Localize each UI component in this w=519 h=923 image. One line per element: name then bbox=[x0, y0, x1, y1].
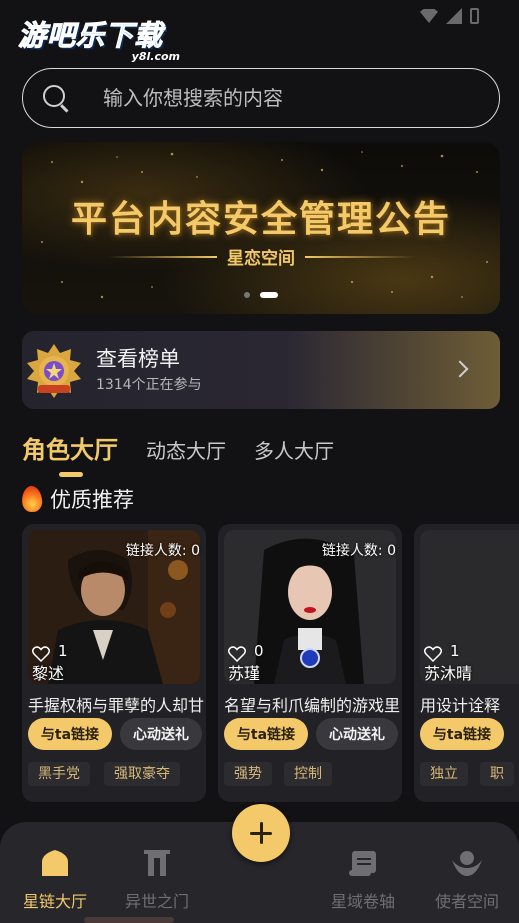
nav-gate[interactable]: 异世之门 bbox=[112, 848, 202, 912]
character-card[interactable]: 链接人数: 0 0 苏瑾 名望与利爪编制的游戏里 与ta链接 心动送礼 强势 控… bbox=[218, 524, 402, 802]
logo-text: 游吧乐下载 bbox=[18, 19, 164, 52]
banner-subtitle-row: 星恋空间 bbox=[22, 244, 500, 269]
like-count: 1 bbox=[58, 642, 68, 660]
link-count: 链接人数: 0 bbox=[125, 543, 200, 559]
recommend-carousel[interactable]: 链接人数: 0 1 黎述 手握权柄与罪孽的人却甘 与ta链接 心动送礼 黑手党 … bbox=[22, 524, 519, 804]
gate-icon bbox=[144, 850, 170, 876]
character-name: 苏沐晴 bbox=[424, 664, 473, 683]
character-tag[interactable]: 控制 bbox=[284, 762, 332, 786]
watermark-logo: 游吧乐下载 y8l.com bbox=[18, 19, 188, 68]
active-tab-indicator bbox=[59, 472, 83, 477]
leaderboard-card[interactable]: 查看榜单 1314个正在参与 bbox=[22, 331, 500, 409]
trophy-badge-icon bbox=[27, 344, 81, 398]
carousel-dot[interactable] bbox=[244, 292, 250, 298]
link-button[interactable]: 与ta链接 bbox=[28, 718, 112, 750]
like-count: 0 bbox=[254, 642, 264, 660]
status-icons bbox=[420, 8, 479, 24]
link-count: 链接人数: 0 bbox=[321, 543, 396, 559]
wifi-icon bbox=[420, 9, 438, 23]
search-icon bbox=[43, 85, 65, 107]
leaderboard-title: 查看榜单 bbox=[96, 347, 180, 371]
section-title: 优质推荐 bbox=[50, 488, 134, 512]
carousel-indicator bbox=[22, 292, 500, 298]
banner-subtitle: 星恋空间 bbox=[227, 249, 295, 269]
chevron-right-icon bbox=[451, 360, 469, 378]
nav-home[interactable]: 星链大厅 bbox=[10, 848, 100, 912]
link-button[interactable]: 与ta链接 bbox=[224, 718, 308, 750]
character-tag[interactable]: 黑手党 bbox=[28, 762, 90, 786]
banner-title: 平台内容安全管理公告 bbox=[70, 199, 451, 240]
battery-icon bbox=[470, 8, 479, 24]
create-button[interactable] bbox=[232, 804, 290, 862]
nav-label: 星链大厅 bbox=[22, 892, 87, 911]
banner-divider-left bbox=[107, 255, 217, 258]
announcement-banner[interactable]: 平台内容安全管理公告 星恋空间 bbox=[22, 142, 500, 314]
logo-subtext: y8l.com bbox=[131, 50, 180, 63]
carousel-dot-active[interactable] bbox=[260, 292, 278, 298]
search-input[interactable] bbox=[103, 85, 483, 111]
flame-icon bbox=[21, 485, 43, 513]
character-tag[interactable]: 强取豪夺 bbox=[104, 762, 180, 786]
home-icon bbox=[42, 850, 68, 876]
nav-label: 异世之门 bbox=[124, 892, 189, 911]
gift-button[interactable]: 心动送礼 bbox=[316, 718, 398, 750]
character-tag[interactable]: 独立 bbox=[420, 762, 468, 786]
character-description: 用设计诠释 bbox=[420, 696, 501, 715]
section-header: 优质推荐 bbox=[21, 484, 134, 514]
search-bar[interactable] bbox=[22, 68, 500, 128]
character-description: 名望与利爪编制的游戏里 bbox=[224, 696, 400, 715]
nav-scroll[interactable]: 星域卷轴 bbox=[318, 848, 408, 912]
leaderboard-participants: 1314个正在参与 bbox=[96, 377, 202, 393]
nav-label: 使者空间 bbox=[434, 892, 499, 911]
character-name: 苏瑾 bbox=[228, 664, 261, 683]
character-card[interactable]: 链接人数: 0 1 黎述 手握权柄与罪孽的人却甘 与ta链接 心动送礼 黑手党 … bbox=[22, 524, 206, 802]
profile-icon bbox=[452, 851, 482, 876]
home-indicator bbox=[84, 917, 174, 923]
nav-profile[interactable]: 使者空间 bbox=[422, 848, 512, 912]
like-count: 1 bbox=[450, 642, 460, 660]
signal-icon bbox=[446, 8, 462, 24]
tab-group-hall[interactable]: 多人大厅 bbox=[254, 435, 334, 464]
nav-label: 星域卷轴 bbox=[330, 892, 395, 911]
character-card[interactable]: 1 苏沐晴 用设计诠释 与ta链接 独立 职 bbox=[414, 524, 519, 802]
tab-character-hall[interactable]: 角色大厅 bbox=[22, 430, 118, 465]
character-tag[interactable]: 职 bbox=[480, 762, 514, 786]
character-name: 黎述 bbox=[32, 664, 65, 683]
character-tag[interactable]: 强势 bbox=[224, 762, 272, 786]
gift-button[interactable]: 心动送礼 bbox=[120, 718, 202, 750]
banner-divider-right bbox=[305, 255, 415, 258]
hall-tabs: 角色大厅 动态大厅 多人大厅 bbox=[22, 430, 334, 465]
character-description: 手握权柄与罪孽的人却甘 bbox=[28, 696, 204, 715]
tab-moments-hall[interactable]: 动态大厅 bbox=[146, 435, 226, 464]
link-button[interactable]: 与ta链接 bbox=[420, 718, 504, 750]
scroll-icon bbox=[349, 851, 376, 876]
